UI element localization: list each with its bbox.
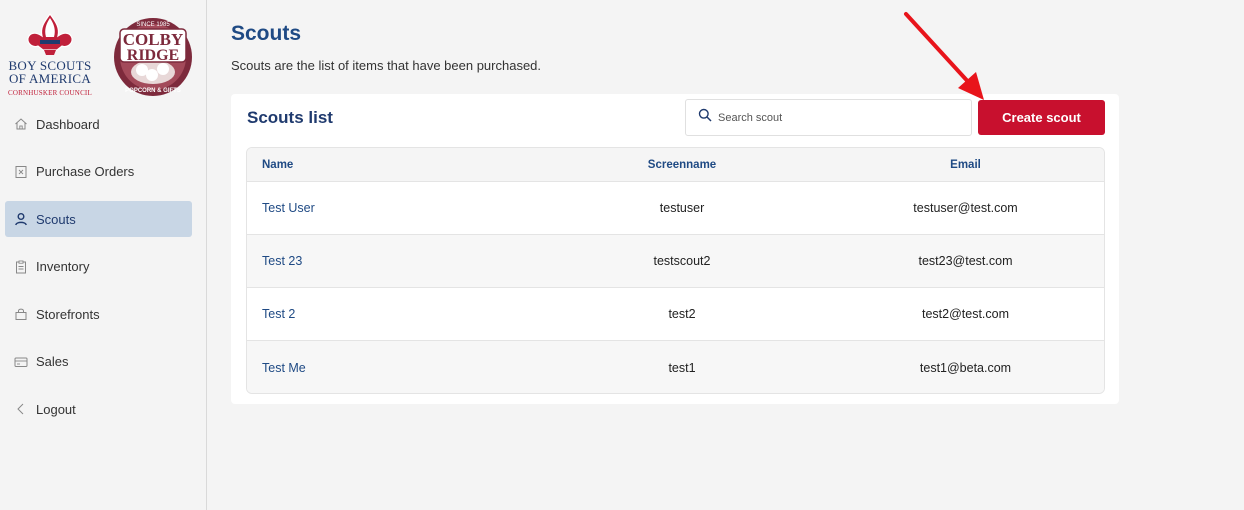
table-row[interactable]: Test 23 testscout2 test23@test.com (247, 235, 1104, 288)
sidebar-item-storefronts[interactable]: Storefronts (5, 296, 192, 332)
search-box[interactable] (685, 99, 972, 136)
card-title: Scouts list (247, 108, 333, 127)
cell-screenname: testuser (659, 201, 705, 215)
create-scout-button[interactable]: Create scout (978, 100, 1105, 135)
sidebar-item-label: Scouts (36, 211, 76, 227)
table-header: Name Screenname Email (247, 148, 1104, 182)
cell-screenname: testscout2 (653, 254, 711, 268)
table-row[interactable]: Test Me test1 test1@beta.com (247, 341, 1104, 393)
cell-name[interactable]: Test 23 (247, 254, 537, 268)
logos: BOY SCOUTS OF AMERICA CORNHUSKER COUNCIL… (0, 10, 207, 110)
search-input[interactable] (718, 111, 958, 124)
colby-ridge-tagline: POPCORN & GIFTS (125, 88, 181, 94)
column-header-email[interactable]: Email (827, 159, 1104, 171)
column-header-screenname[interactable]: Screenname (537, 159, 827, 171)
sidebar-item-label: Dashboard (36, 116, 100, 132)
bsa-text-line2: OF AMERICA (8, 71, 92, 86)
annotation-arrow-icon (904, 12, 984, 100)
table-row[interactable]: Test 2 test2 test2@test.com (247, 288, 1104, 341)
colby-ridge-since: SINCE 1985 (136, 22, 170, 28)
cell-email: test2@test.com (921, 307, 1010, 321)
chevron-left-icon (14, 402, 28, 416)
sidebar-item-label: Purchase Orders (36, 164, 135, 179)
cell-screenname: test2 (668, 307, 696, 321)
page-subtitle: Scouts are the list of items that have b… (231, 58, 542, 73)
sidebar-item-sales[interactable]: Sales (5, 344, 192, 380)
sidebar-item-dashboard[interactable]: Dashboard (5, 106, 192, 142)
receipt-icon (14, 165, 28, 179)
card-icon (14, 355, 28, 369)
cell-name[interactable]: Test Me (247, 361, 537, 375)
home-icon (14, 117, 28, 131)
column-header-name[interactable]: Name (247, 159, 537, 171)
search-icon (698, 108, 718, 127)
sidebar: BOY SCOUTS OF AMERICA CORNHUSKER COUNCIL… (0, 0, 207, 510)
colby-ridge-logo: SINCE 1985 COLBY RIDGE POPCORN & GIFTS (112, 14, 194, 100)
sidebar-item-purchase-orders[interactable]: Purchase Orders (5, 154, 192, 190)
fleur-de-lis-icon (27, 12, 73, 55)
cell-email: test23@test.com (918, 254, 1013, 268)
sidebar-item-label: Storefronts (36, 306, 100, 322)
sidebar-item-label: Logout (36, 401, 76, 417)
sidebar-nav: Dashboard Purchase Orders Scouts Invento… (5, 106, 192, 439)
sidebar-item-label: Sales (36, 354, 69, 369)
scouts-table: Name Screenname Email Test User testuser… (246, 147, 1105, 394)
cell-name[interactable]: Test User (247, 201, 537, 215)
table-row[interactable]: Test User testuser testuser@test.com (247, 182, 1104, 235)
cell-email: test1@beta.com (919, 360, 1012, 375)
scouts-list-card: Scouts list Create scout Name Screenname… (231, 94, 1119, 404)
sidebar-item-label: Inventory (36, 259, 90, 274)
cell-name[interactable]: Test 2 (247, 307, 537, 321)
sidebar-item-inventory[interactable]: Inventory (5, 249, 192, 285)
clipboard-icon (14, 260, 28, 274)
cell-email: testuser@test.com (913, 201, 1018, 215)
bsa-logo: BOY SCOUTS OF AMERICA CORNHUSKER COUNCIL (0, 10, 100, 110)
bag-icon (14, 307, 28, 321)
cell-screenname: test1 (668, 360, 696, 375)
sidebar-item-logout[interactable]: Logout (5, 391, 192, 427)
bsa-text-line3: CORNHUSKER COUNCIL (8, 89, 92, 97)
sidebar-item-scouts[interactable]: Scouts (5, 201, 192, 237)
user-icon (14, 212, 28, 226)
page-title: Scouts (231, 22, 302, 45)
colby-ridge-line2: RIDGE (127, 47, 179, 64)
